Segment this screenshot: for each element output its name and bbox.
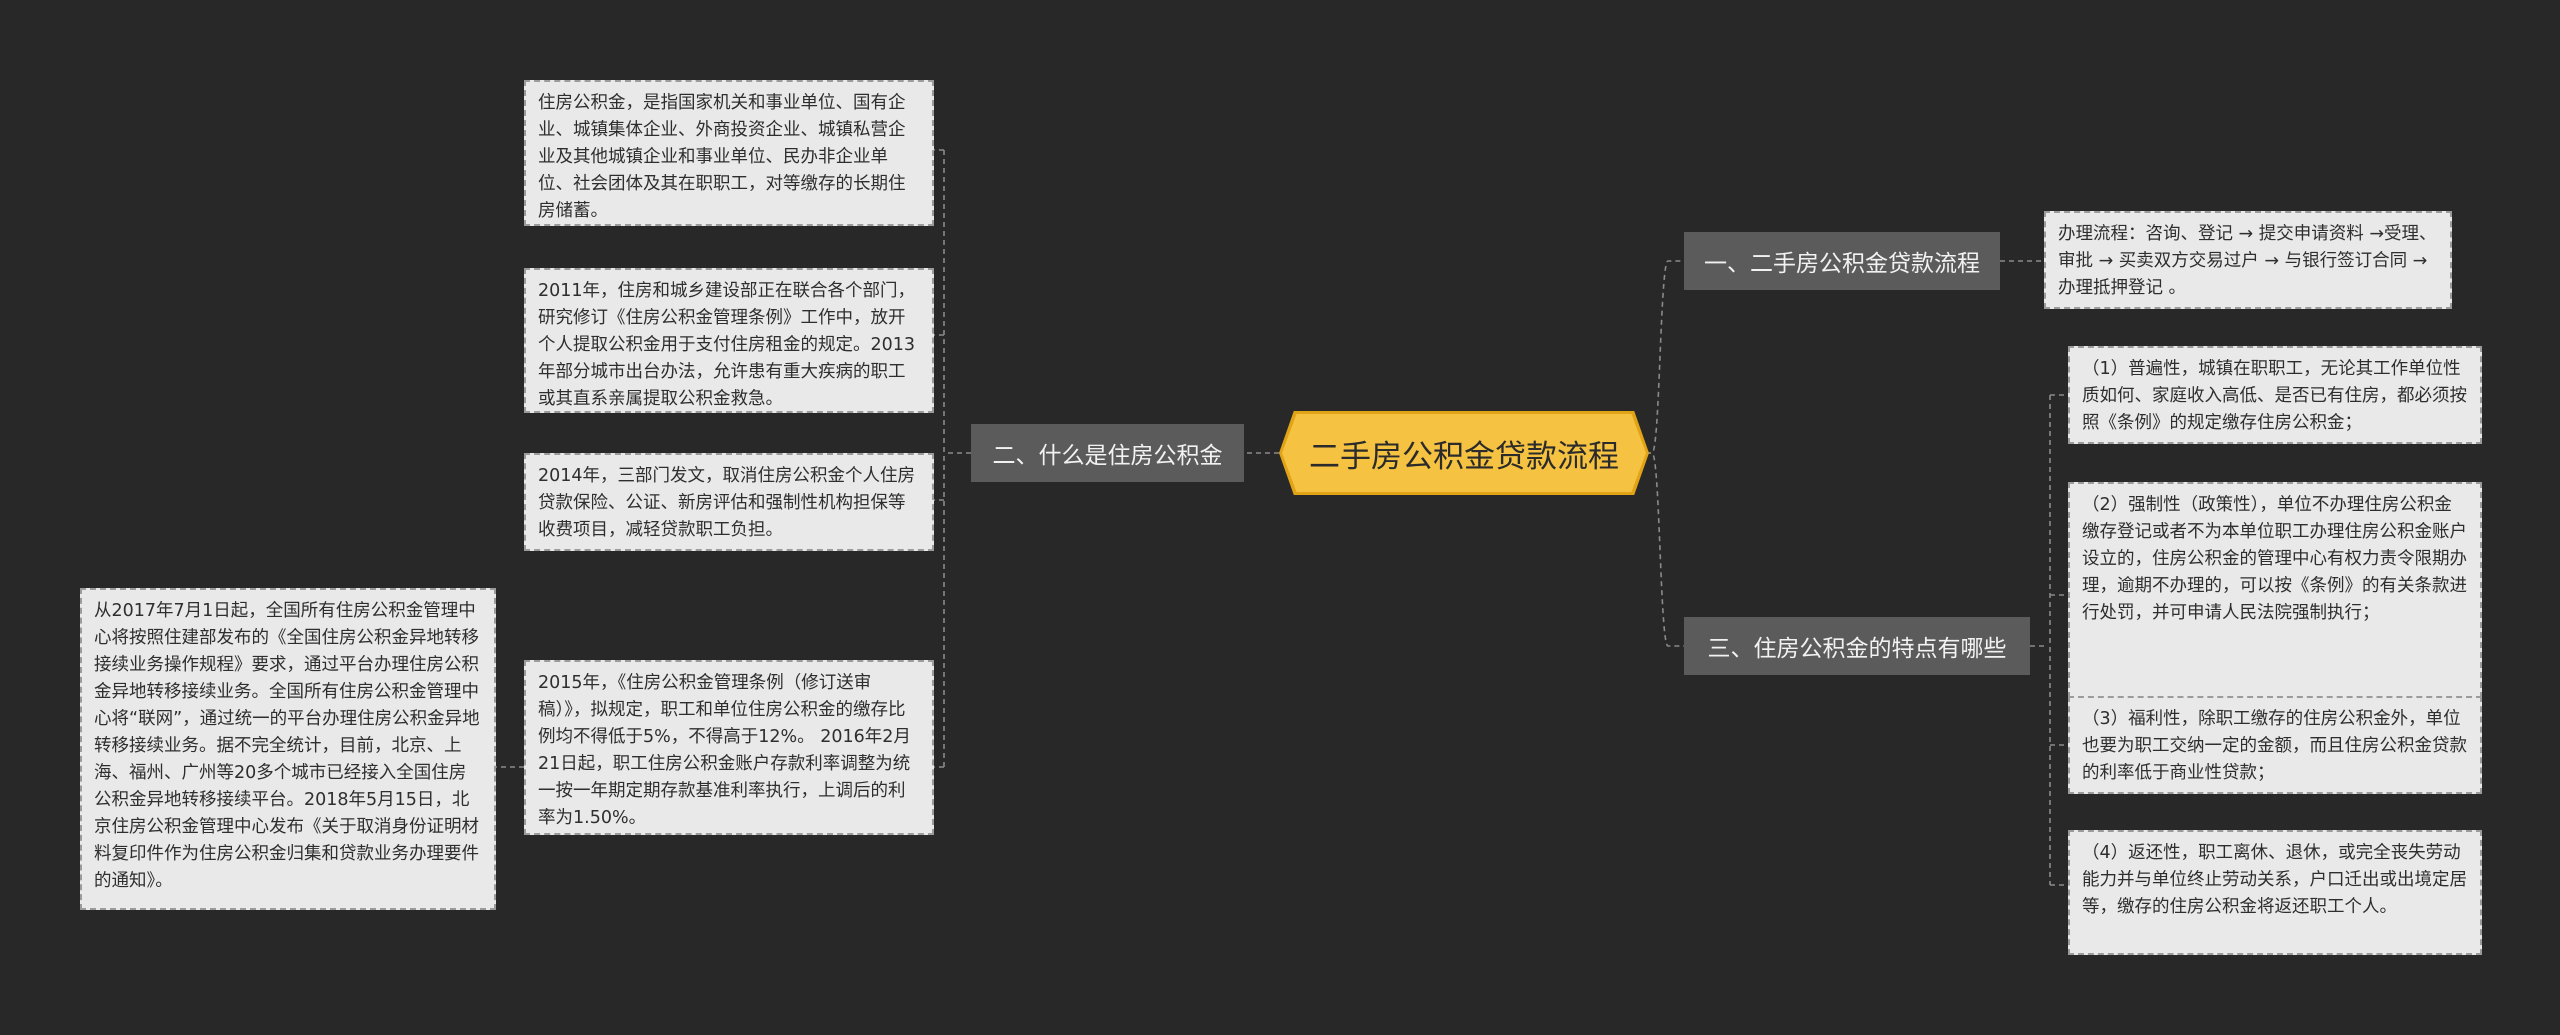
leaf-text: 办理流程：咨询、登记 → 提交申请资料 →受理、审批 → 买卖双方交易过户 → …: [2058, 224, 2437, 298]
mind-map-canvas: 二手房公积金贷款流程 一、二手房公积金贷款流程 二、什么是住房公积金 三、住房公…: [0, 0, 2560, 1035]
leaf-process[interactable]: 办理流程：咨询、登记 → 提交申请资料 →受理、审批 → 买卖双方交易过户 → …: [2044, 211, 2452, 309]
leaf-feature-universality[interactable]: （1）普遍性，城镇在职职工，无论其工作单位性质如何、家庭收入高低、是否已有住房，…: [2068, 346, 2482, 444]
leaf-text: 2011年，住房和城乡建设部正在联合各个部门，研究修订《住房公积金管理条例》工作…: [538, 281, 916, 409]
leaf-text: 2015年，《住房公积金管理条例（修订送审稿）》，拟规定，职工和单位住房公积金的…: [538, 673, 911, 828]
branch-label: 三、住房公积金的特点有哪些: [1707, 636, 2007, 662]
leaf-text: 从2017年7月1日起，全国所有住房公积金管理中心将按照住建部发布的《全国住房公…: [94, 601, 480, 891]
leaf-feature-refundable[interactable]: （4）返还性，职工离休、退休，或完全丧失劳动能力并与单位终止劳动关系，户口迁出或…: [2068, 830, 2482, 955]
leaf-text: （4）返还性，职工离休、退休，或完全丧失劳动能力并与单位终止劳动关系，户口迁出或…: [2082, 843, 2467, 917]
leaf-definition[interactable]: 住房公积金，是指国家机关和事业单位、国有企业、城镇集体企业、外商投资企业、城镇私…: [524, 80, 934, 226]
branch-label: 一、二手房公积金贷款流程: [1704, 251, 1980, 277]
connector-root-b1: [1646, 260, 1684, 454]
leaf-2011[interactable]: 2011年，住房和城乡建设部正在联合各个部门，研究修订《住房公积金管理条例》工作…: [524, 268, 934, 413]
leaf-2015[interactable]: 2015年，《住房公积金管理条例（修订送审稿）》，拟规定，职工和单位住房公积金的…: [524, 660, 934, 835]
leaf-text: （3）福利性，除职工缴存的住房公积金外，单位也要为职工交纳一定的金额，而且住房公…: [2082, 709, 2467, 783]
root-title: 二手房公积金贷款流程: [1309, 438, 1619, 475]
branch-node-1[interactable]: 一、二手房公积金贷款流程: [1684, 232, 2000, 290]
leaf-text: （2）强制性（政策性），单位不办理住房公积金缴存登记或者不为本单位职工办理住房公…: [2082, 495, 2467, 623]
branch-node-2[interactable]: 二、什么是住房公积金: [971, 424, 1244, 482]
leaf-2017[interactable]: 从2017年7月1日起，全国所有住房公积金管理中心将按照住建部发布的《全国住房公…: [80, 588, 496, 910]
connector-root-b3: [1646, 452, 1684, 647]
leaf-text: 住房公积金，是指国家机关和事业单位、国有企业、城镇集体企业、外商投资企业、城镇私…: [538, 93, 906, 221]
leaf-feature-mandatory[interactable]: （2）强制性（政策性），单位不办理住房公积金缴存登记或者不为本单位职工办理住房公…: [2068, 482, 2482, 708]
leaf-text: （1）普遍性，城镇在职职工，无论其工作单位性质如何、家庭收入高低、是否已有住房，…: [2082, 359, 2467, 433]
leaf-2014[interactable]: 2014年，三部门发文，取消住房公积金个人住房贷款保险、公证、新房评估和强制性机…: [524, 453, 934, 551]
branch-node-3[interactable]: 三、住房公积金的特点有哪些: [1684, 617, 2030, 675]
branch-label: 二、什么是住房公积金: [992, 443, 1223, 469]
root-node[interactable]: 二手房公积金贷款流程: [1282, 414, 1646, 492]
leaf-text: 2014年，三部门发文，取消住房公积金个人住房贷款保险、公证、新房评估和强制性机…: [538, 466, 916, 540]
leaf-feature-welfare[interactable]: （3）福利性，除职工缴存的住房公积金外，单位也要为职工交纳一定的金额，而且住房公…: [2068, 696, 2482, 794]
